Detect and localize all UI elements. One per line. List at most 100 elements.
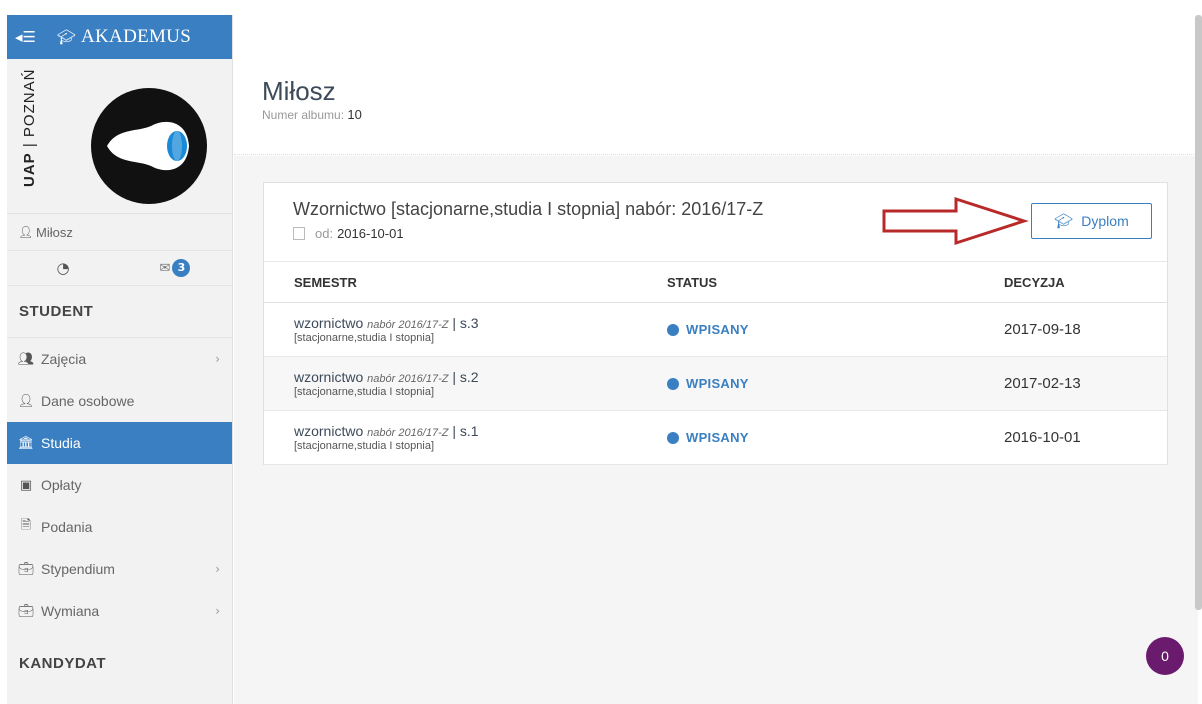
university-name: UAP | POZNAŃ [21,68,38,187]
page-header [234,15,1198,155]
program-card: Wzornictwo [stacjonarne,studia I stopnia… [263,182,1168,465]
section-kandydat: KANDYDAT [19,655,107,672]
section-student: STUDENT [7,286,232,338]
page-title: Miłosz [262,76,336,106]
date-value: 2016-10-01 [337,226,404,241]
decision-date: 2017-09-18 [1004,321,1081,338]
semesters-table: SEMESTR STATUS DECYZJA wzornictwo nabór … [264,261,1167,465]
program-start-date: od: 2016-10-01 [293,226,404,241]
top-bar: ◂☰ 🎓︎ AKADEMUS [7,15,232,59]
status-dot-icon [667,431,679,444]
chevron-right-icon: › [215,352,220,366]
sidebar-item-zajecia[interactable]: 👥︎ Zajęcia › [7,338,232,380]
decision-date: 2017-02-13 [1004,375,1081,392]
program-name: wzornictwo [294,369,364,385]
table-row[interactable]: wzornictwo nabór 2016/17-Z | s.2 [stacjo… [264,357,1167,411]
status-badge: WPISANY [667,322,997,337]
intake-label: nabór 2016/17-Z [367,319,449,331]
status-badge: WPISANY [667,376,997,391]
bank-icon: 🏛︎ [17,435,35,451]
semester-cell: wzornictwo nabór 2016/17-Z | s.1 [stacjo… [264,423,667,452]
semester-name: wzornictwo nabór 2016/17-Z | s.3 [294,315,667,331]
sidebar-item-label: Studia [41,435,81,451]
page-scrollbar[interactable] [1195,15,1202,610]
people-icon: 👥︎ [17,351,35,367]
program-name: wzornictwo [294,423,364,439]
status-label: WPISANY [686,322,749,337]
envelope-icon: ✉ [159,260,171,276]
study-mode: [stacjonarne,studia I stopnia] [294,332,435,344]
collapse-menu-icon[interactable]: ◂☰ [15,26,41,48]
sidebar-item-label: Opłaty [41,477,82,493]
column-header-status: STATUS [667,274,718,290]
notifications-fab[interactable]: 0 [1146,637,1184,675]
semester-number: | s.2 [452,369,479,385]
sidebar-item-studia[interactable]: 🏛︎ Studia [7,422,232,464]
chevron-right-icon: › [215,604,220,618]
status-cell: WPISANY [667,430,997,445]
document-icon: 🗎 [20,518,32,533]
university-abbr: UAP [21,152,38,187]
annotation-arrow-icon [882,196,1029,246]
sidebar-item-oplaty[interactable]: ▣ Opłaty [7,464,232,506]
university-city: POZNAŃ [21,68,38,138]
user-icon: 👤︎ [17,393,35,409]
chevron-right-icon: › [215,562,220,576]
money-icon: ▣ [19,477,33,493]
status-dot-icon [667,377,679,390]
diploma-button[interactable]: 🎓︎ Dyplom [1031,203,1152,239]
briefcase-icon: 💼︎ [17,561,35,577]
user-stats: ◔ ✉ 3 [7,250,232,286]
user-name: Miłosz [36,224,73,240]
semester-cell: wzornictwo nabór 2016/17-Z | s.3 [stacjo… [264,315,667,344]
table-header: SEMESTR STATUS DECYZJA [264,261,1167,303]
semester-name: wzornictwo nabór 2016/17-Z | s.2 [294,369,667,385]
sidebar-item-label: Wymiana [41,603,100,619]
graduation-cap-icon: 🎓︎ [57,28,77,46]
sidebar-item-stypendium[interactable]: 💼︎ Stypendium › [7,548,232,590]
briefcase-icon: 💼︎ [17,603,35,619]
sidebar-item-label: Zajęcia [41,351,87,367]
university-logo [91,88,207,204]
graduation-cap-icon: 🎓︎ [1054,212,1074,230]
diploma-button-label: Dyplom [1081,213,1129,229]
semester-number: | s.1 [452,423,479,439]
app-root: ◂☰ 🎓︎ AKADEMUS UAP | POZNAŃ 👤︎ Miłosz ◔ … [0,0,1202,704]
column-header-semester: SEMESTR [294,274,357,290]
table-row[interactable]: wzornictwo nabór 2016/17-Z | s.3 [stacjo… [264,303,1167,357]
semester-cell: wzornictwo nabór 2016/17-Z | s.2 [stacjo… [264,369,667,398]
sidebar-item-label: Dane osobowe [41,393,135,409]
status-badge: WPISANY [667,430,997,445]
sidebar-item-dane-osobowe[interactable]: 👤︎ Dane osobowe [7,380,232,422]
album-number: Numer albumu: 10 [262,107,362,122]
sidebar-item-label: Stypendium [41,561,115,577]
sidebar-item-podania[interactable]: 🗎 Podania [7,506,232,548]
sidebar-item-label: Podania [41,519,93,535]
decision-date: 2016-10-01 [1004,429,1081,446]
column-header-decision: DECYZJA [1004,274,1065,290]
semester-name: wzornictwo nabór 2016/17-Z | s.1 [294,423,667,439]
calendar-icon [293,227,305,240]
program-name: wzornictwo [294,315,364,331]
study-mode: [stacjonarne,studia I stopnia] [294,440,435,452]
program-title: Wzornictwo [stacjonarne,studia I stopnia… [293,199,764,219]
status-label: WPISANY [686,376,749,391]
status-cell: WPISANY [667,376,997,391]
date-label: od: [315,226,334,241]
messages-button[interactable]: ✉ 3 [119,259,231,277]
status-cell: WPISANY [667,322,997,337]
intake-label: nabór 2016/17-Z [367,427,449,439]
sidebar-item-wymiana[interactable]: 💼︎ Wymiana › [7,590,232,632]
album-label: Numer albumu: [262,108,345,122]
study-mode: [stacjonarne,studia I stopnia] [294,386,435,398]
table-row[interactable]: wzornictwo nabór 2016/17-Z | s.1 [stacjo… [264,411,1167,465]
user-profile[interactable]: 👤︎ Miłosz [7,214,232,250]
university-brand: UAP | POZNAŃ [7,59,232,214]
status-label: WPISANY [686,430,749,445]
sidebar: ◂☰ 🎓︎ AKADEMUS UAP | POZNAŃ 👤︎ Miłosz ◔ … [7,15,233,704]
app-brand[interactable]: AKADEMUS [81,26,191,48]
user-icon: 👤︎ [18,225,34,239]
dashboard-icon[interactable]: ◔ [7,259,119,277]
status-dot-icon [667,323,679,336]
messages-count-badge: 3 [172,259,191,277]
